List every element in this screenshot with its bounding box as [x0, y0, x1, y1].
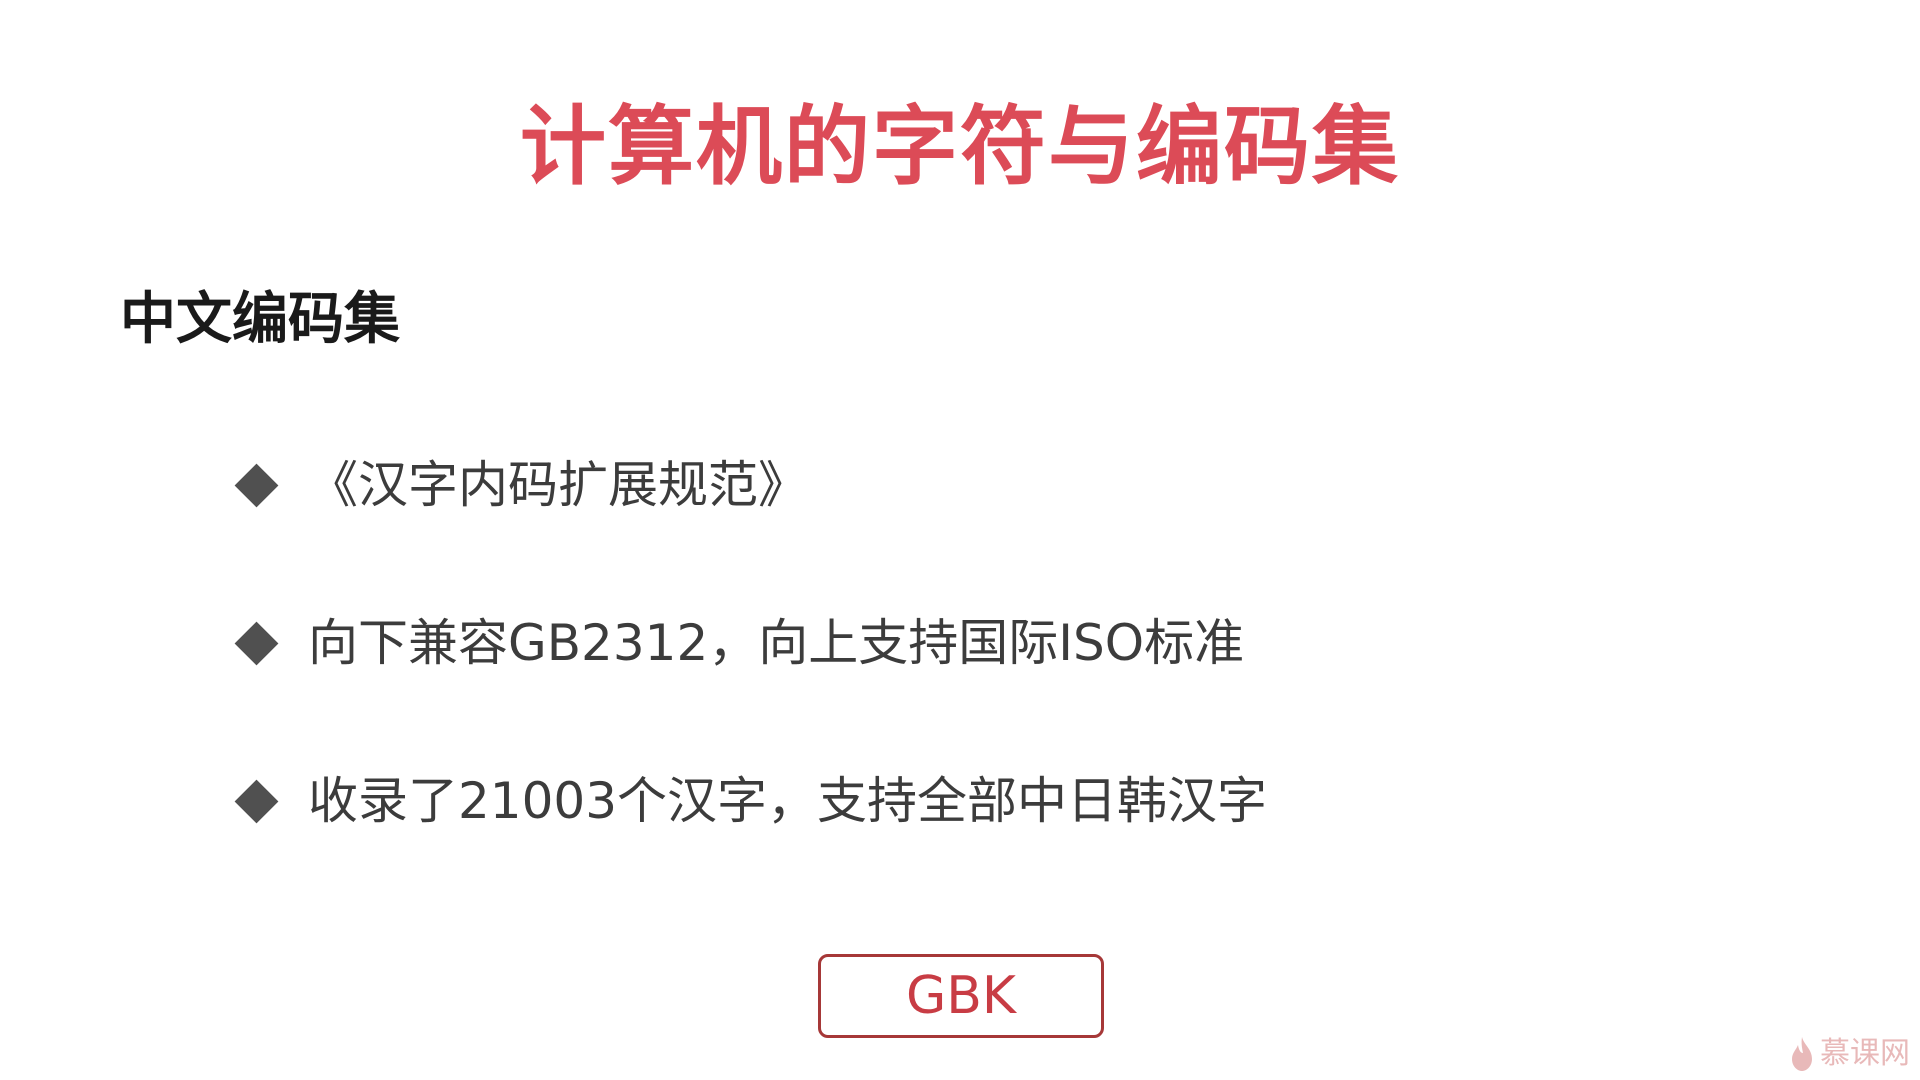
bullet-item: 收录了21003个汉字，支持全部中日韩汉字: [232, 761, 1267, 841]
bullet-text: 向下兼容GB2312，向上支持国际ISO标准: [308, 614, 1245, 672]
bullet-text: 收录了21003个汉字，支持全部中日韩汉字: [308, 772, 1268, 830]
slide: 计算机的字符与编码集 中文编码集 《汉字内码扩展规范》 向下兼容GB2312，向…: [0, 0, 1920, 1080]
watermark: 慕课网: [1788, 1034, 1910, 1074]
bullet-item: 《汉字内码扩展规范》: [232, 445, 808, 525]
gbk-highlight-box: GBK: [818, 954, 1104, 1038]
diamond-icon: [234, 463, 279, 507]
diamond-icon: [234, 621, 279, 665]
bullet-text: 《汉字内码扩展规范》: [308, 456, 808, 514]
watermark-text: 慕课网: [1820, 1036, 1910, 1071]
bullet-list: 《汉字内码扩展规范》 向下兼容GB2312，向上支持国际ISO标准 收录了210…: [232, 0, 1732, 1080]
gbk-label: GBK: [905, 966, 1017, 1026]
bullet-item: 向下兼容GB2312，向上支持国际ISO标准: [232, 603, 1244, 683]
flame-icon: [1792, 1037, 1812, 1071]
diamond-icon: [234, 779, 279, 823]
